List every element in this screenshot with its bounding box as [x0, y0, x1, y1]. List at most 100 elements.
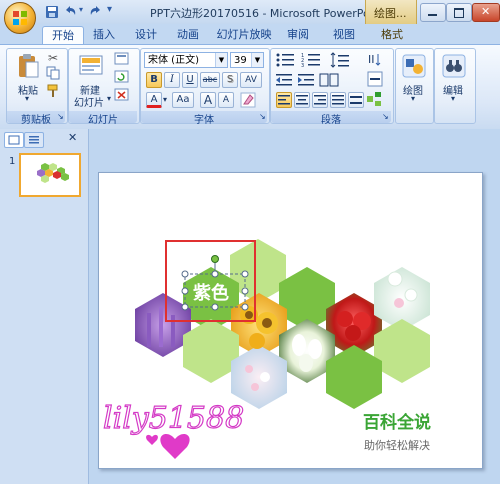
font-size-dropdown-icon[interactable]: ▼	[251, 53, 263, 67]
hexagon-blossoms[interactable]	[231, 345, 287, 409]
slides-group-label: 幻灯片	[69, 111, 137, 126]
drawing-dropdown-icon[interactable]: ▾	[411, 94, 415, 103]
tab-home[interactable]: 开始	[42, 26, 84, 45]
layout-icon[interactable]	[114, 52, 130, 66]
tab-slideshow[interactable]: 幻灯片放映	[214, 26, 274, 44]
hexagon-light-green-left[interactable]	[183, 319, 239, 383]
delete-slide-icon[interactable]	[114, 88, 130, 102]
office-logo-icon	[13, 11, 27, 25]
redo-icon[interactable]	[88, 4, 104, 20]
align-left-button[interactable]	[276, 92, 292, 108]
close-icon: ✕	[481, 5, 491, 18]
context-tab-drawing-tools: 绘图...	[365, 0, 417, 24]
tab-format[interactable]: 格式	[376, 26, 408, 44]
new-slide-icon[interactable]	[78, 52, 106, 80]
font-group-label: 字体	[141, 111, 267, 126]
watermark-heart-icon	[160, 433, 190, 459]
decrease-indent-icon[interactable]	[275, 72, 295, 88]
numbering-icon[interactable]: 123	[301, 52, 323, 68]
text-direction-icon[interactable]: II	[366, 50, 386, 68]
align-text-icon[interactable]	[366, 70, 386, 88]
clipboard-launcher-icon[interactable]: ↘	[57, 112, 64, 121]
underline-button[interactable]: U	[182, 72, 198, 88]
brand-title: 百科全说	[363, 412, 431, 433]
pane-tabs: ✕	[2, 131, 86, 148]
font-size-value: 39	[234, 55, 247, 66]
minimize-button[interactable]	[420, 3, 446, 22]
grow-font-button[interactable]: A	[200, 92, 216, 108]
align-right-button[interactable]	[312, 92, 328, 108]
hexagon-light-green-right[interactable]	[374, 319, 430, 383]
distributed-button[interactable]	[348, 92, 364, 108]
font-color-button[interactable]: A	[146, 92, 162, 108]
paragraph-group-label: 段落	[271, 111, 391, 126]
office-button[interactable]	[4, 2, 36, 34]
editing-dropdown-icon[interactable]: ▾	[451, 94, 455, 103]
align-center-button[interactable]	[294, 92, 310, 108]
close-button[interactable]: ✕	[472, 3, 500, 22]
paste-dropdown-icon[interactable]: ▾	[25, 94, 29, 103]
outline-tab-icon	[29, 136, 39, 144]
italic-button[interactable]: I	[164, 72, 180, 88]
maximize-button[interactable]	[446, 3, 472, 22]
save-icon[interactable]	[44, 4, 60, 20]
bullets-icon[interactable]	[275, 52, 297, 68]
slide-thumbnail-preview	[37, 163, 69, 183]
font-name-combo[interactable]: 宋体 (正文) ▼	[144, 52, 228, 68]
slides-tab-icon	[8, 135, 20, 145]
tab-insert[interactable]: 插入	[88, 26, 120, 44]
close-pane-icon[interactable]: ✕	[68, 131, 77, 144]
rotation-handle[interactable]	[211, 255, 219, 263]
smartart-icon[interactable]	[366, 90, 386, 108]
justify-button[interactable]	[330, 92, 346, 108]
align-center-icon	[296, 95, 308, 105]
drawing-shapes-icon[interactable]	[400, 52, 428, 80]
font-name-value: 宋体 (正文)	[148, 55, 199, 66]
tab-review[interactable]: 审阅	[282, 26, 314, 44]
outline-tab[interactable]	[24, 132, 44, 148]
new-slide-dropdown-icon[interactable]: ▾	[107, 94, 111, 103]
clear-formatting-icon[interactable]	[240, 92, 256, 108]
align-left-icon	[278, 95, 290, 105]
slide-canvas[interactable]: 紫色 lily51588 百科全说 助你轻松解决	[98, 172, 483, 469]
columns-icon[interactable]	[319, 72, 341, 88]
font-color-dropdown-icon[interactable]: ▾	[163, 95, 167, 104]
tab-view[interactable]: 视图	[328, 26, 360, 44]
paragraph-launcher-icon[interactable]: ↘	[382, 112, 389, 121]
watermark-heart-small-icon	[146, 434, 158, 445]
tab-design[interactable]: 设计	[130, 26, 162, 44]
new-slide-label-2[interactable]: 幻灯片	[74, 94, 104, 109]
shadow-button[interactable]: S	[222, 72, 238, 88]
cut-icon[interactable]: ✂	[48, 51, 58, 65]
font-launcher-icon[interactable]: ↘	[259, 112, 266, 121]
slide-thumbnail-number: 1	[9, 156, 16, 167]
hexagon-label[interactable]: 紫色	[193, 282, 229, 304]
bold-button[interactable]: B	[146, 72, 162, 88]
paste-icon[interactable]	[14, 52, 42, 80]
brand-subtitle: 助你轻松解决	[364, 438, 430, 452]
char-spacing-button[interactable]: AV	[240, 72, 262, 88]
reset-icon[interactable]	[114, 70, 130, 84]
distributed-icon	[350, 96, 362, 104]
tab-animation[interactable]: 动画	[172, 26, 204, 44]
customize-qat-icon[interactable]: ▾	[107, 4, 112, 15]
window-title: PPT六边形20170516 - Microsoft PowerPo...	[150, 7, 381, 20]
binoculars-icon[interactable]	[440, 52, 468, 80]
svg-text:3: 3	[301, 63, 304, 68]
increase-indent-icon[interactable]	[297, 72, 317, 88]
context-tab-label: 绘图...	[374, 7, 407, 20]
font-size-combo[interactable]: 39 ▼	[230, 52, 264, 68]
format-painter-icon[interactable]	[46, 84, 60, 98]
font-name-dropdown-icon[interactable]: ▼	[215, 53, 227, 67]
copy-icon[interactable]	[46, 66, 60, 80]
undo-icon[interactable]	[62, 4, 78, 20]
strikethrough-button[interactable]: abc	[200, 72, 220, 88]
slide-thumbnail[interactable]	[19, 153, 81, 197]
shrink-font-button[interactable]: A	[218, 92, 234, 108]
justify-icon	[332, 95, 344, 105]
line-spacing-icon[interactable]	[330, 52, 352, 68]
hexagon-layout: 紫色 lily51588 百科全说 助你轻松解决	[102, 239, 431, 459]
change-case-button[interactable]: Aa	[172, 92, 194, 108]
undo-dropdown-icon[interactable]: ▾	[79, 5, 83, 14]
slides-tab[interactable]	[4, 132, 24, 148]
